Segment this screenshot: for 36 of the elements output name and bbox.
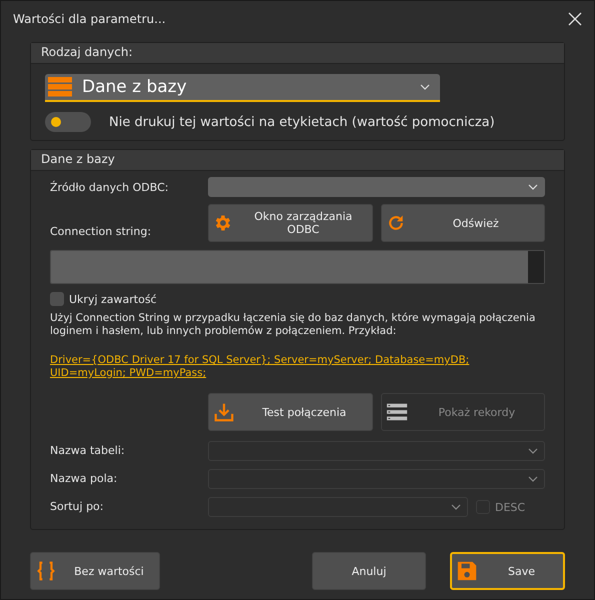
checkbox-label: DESC — [495, 500, 526, 514]
example-link[interactable]: Driver={ODBC Driver 17 for SQL Server}; Server=myServer; Database=myDB; UID=myLogin; PWD=myPass; — [50, 354, 545, 380]
gear-icon — [213, 213, 233, 233]
chevron-icon — [528, 476, 538, 482]
close-icon[interactable] — [568, 12, 582, 26]
download-button[interactable]: Test połączenia — [208, 393, 372, 431]
list-icon — [386, 401, 408, 423]
field-label: Connection string: — [50, 225, 152, 240]
braces-button[interactable]: Bez wartości — [30, 552, 160, 590]
checkbox[interactable] — [50, 292, 64, 306]
field-label: Nazwa pola: — [50, 471, 118, 487]
toggle-switch[interactable] — [45, 112, 91, 132]
chevron-icon — [528, 184, 538, 190]
toggle-label: Nie drukuj tej wartości na etykietach (wartość pomocnicza) — [109, 114, 495, 130]
field-label: Sortuj po: — [50, 499, 104, 515]
chevron-icon — [528, 448, 538, 454]
chevron-icon — [451, 504, 461, 510]
info-text: Użyj Connection String w przypadku łączenia się do baz danych, które wymagają połączenia loginem i hasłem, lub innych problemów z połączeniem. Przykład: — [50, 312, 536, 338]
refresh-button[interactable]: Odśwież — [380, 204, 545, 242]
panel-header: Rodzaj danych: — [31, 43, 564, 64]
save-button[interactable]: Save — [450, 552, 565, 590]
field-label: Źródło danych ODBC: — [50, 180, 170, 194]
database-icon — [48, 77, 72, 97]
odbc-source-dropdown[interactable] — [208, 177, 545, 197]
download-icon — [213, 401, 235, 423]
braces-icon — [35, 560, 57, 582]
floppy-icon — [456, 560, 478, 582]
cancel-button[interactable]: Anuluj — [312, 552, 426, 590]
checkbox-label: Ukryj zawartość — [69, 292, 157, 306]
field-label: Nazwa tabeli: — [50, 443, 126, 459]
gear-button[interactable]: Okno zarządzania ODBC — [208, 204, 372, 242]
chevron-icon — [420, 84, 430, 90]
panel-header: Dane z bazy — [31, 150, 564, 171]
connection-string-field[interactable] — [50, 250, 545, 284]
window-title: Wartości dla parametru... — [13, 12, 166, 26]
data-type-dropdown[interactable]: Dane z bazy — [45, 74, 440, 102]
